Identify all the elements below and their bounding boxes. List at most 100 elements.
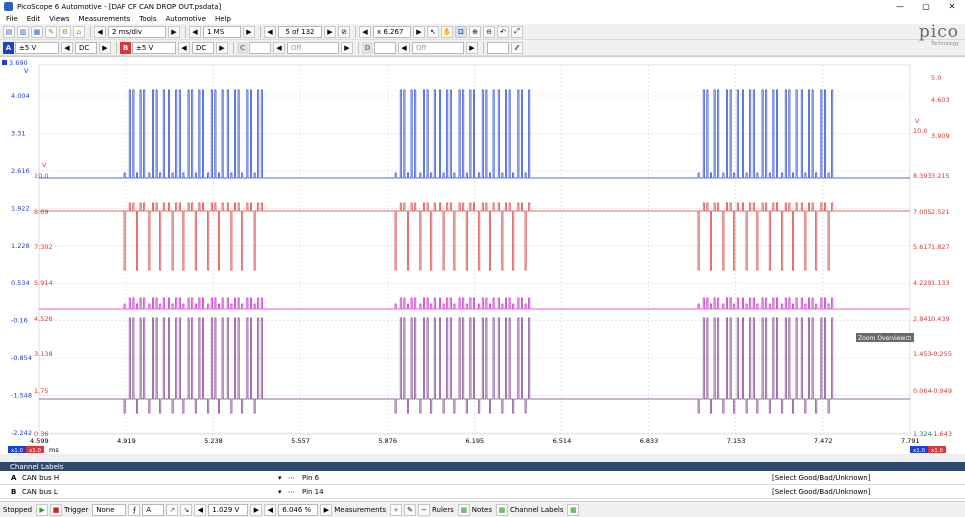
delete-measurement-icon[interactable]: −	[417, 503, 430, 516]
pretrigger-value[interactable]: 6.046 %	[278, 503, 319, 516]
left-unit-b: V	[42, 161, 47, 169]
spectrum-mode-icon[interactable]: ▦	[31, 25, 43, 38]
channel-c-range[interactable]	[249, 41, 271, 54]
menu-help[interactable]: Help	[215, 15, 231, 23]
channel-b-next-icon[interactable]: ▶	[216, 41, 228, 54]
trigger-mode-select[interactable]: None	[92, 503, 127, 516]
timebase-increase-button[interactable]: ▶	[168, 25, 180, 38]
edit-measurement-icon[interactable]: ✎	[403, 503, 416, 516]
falling-edge-icon[interactable]: ↘	[180, 503, 193, 516]
more-button[interactable]: ⋯	[288, 488, 295, 496]
channel-a-next-icon[interactable]: ▶	[99, 41, 111, 54]
zoom-out-icon[interactable]: ⊖	[483, 25, 495, 38]
settings-icon[interactable]: ⚙	[59, 25, 71, 38]
notes-label[interactable]: Notes	[472, 506, 492, 514]
channel-c-badge[interactable]: C	[237, 41, 248, 54]
trigger-level[interactable]: 1.029 V	[208, 503, 249, 516]
x-tick-label: 7.153	[727, 437, 746, 445]
close-button[interactable]: ✕	[939, 0, 965, 13]
scope-view[interactable]: 3.690 V V V 4.004 3.31 2.616 1.922 1.228 0.534 -0.…	[0, 56, 965, 454]
samples-decrease-button[interactable]: ◀	[189, 25, 201, 38]
menu-edit[interactable]: Edit	[27, 15, 41, 23]
channel-label-name[interactable]: CAN bus H	[22, 474, 59, 482]
level-decrease-button[interactable]: ◀	[194, 503, 207, 516]
rising-edge-icon[interactable]: ↗	[166, 503, 179, 516]
right-tick-label-b: 8.393	[913, 172, 932, 180]
home-icon[interactable]: ⌂	[73, 25, 85, 38]
channel-labels-label[interactable]: Channel Labels	[510, 506, 564, 514]
channel-b-coupling[interactable]: DC	[192, 41, 214, 54]
rulers-icon[interactable]: ▦	[457, 503, 470, 516]
zoom-in-icon[interactable]: ⊕	[469, 25, 481, 38]
scope-mode-icon[interactable]: ▤	[3, 25, 15, 38]
channel-d-next-icon[interactable]: ▶	[466, 41, 478, 54]
timebase-decrease-button[interactable]: ◀	[94, 25, 106, 38]
probe-icon[interactable]: ✎	[45, 25, 57, 38]
menu-file[interactable]: File	[6, 15, 18, 23]
notes-icon[interactable]: ▦	[495, 503, 508, 516]
persistence-mode-icon[interactable]: ▥	[17, 25, 29, 38]
zoom-decrease-button[interactable]: ◀	[359, 25, 371, 38]
channel-d-coupling[interactable]: Off	[412, 41, 464, 54]
pointer-tool-icon[interactable]: ↖	[427, 25, 439, 38]
menu-tools[interactable]: Tools	[139, 15, 156, 23]
channel-d-prev-icon[interactable]: ◀	[398, 41, 410, 54]
channel-c-coupling[interactable]: Off	[287, 41, 339, 54]
scope-plot[interactable]: 3.690VVV4.0043.312.6161.9221.2280.534-0.…	[0, 57, 965, 455]
rulers-label[interactable]: Rulers	[432, 506, 454, 514]
left-tick-label-a: 1.922	[11, 204, 30, 212]
trigger-advanced-icon[interactable]: ⨍	[128, 503, 141, 516]
channel-label-rating[interactable]: [Select Good/Bad/Unknown]	[772, 488, 870, 496]
left-tick-label-b: 4.526	[34, 315, 53, 323]
undo-zoom-icon[interactable]: ↶	[497, 25, 509, 38]
channel-a-badge[interactable]: A	[3, 41, 14, 54]
add-measurement-icon[interactable]: +	[389, 503, 402, 516]
stop-icon[interactable]: ■	[50, 503, 63, 516]
pretrigger-increase-button[interactable]: ▶	[320, 503, 333, 516]
zoom-fit-icon[interactable]: ⤢	[511, 25, 523, 38]
math-channel-icon[interactable]: ⁄⁄	[511, 41, 523, 54]
channel-b-range[interactable]: ±5 V	[132, 41, 176, 54]
chevron-down-icon[interactable]: ▾	[278, 474, 282, 482]
channel-c-next-icon[interactable]: ▶	[341, 41, 353, 54]
buffer-prev-button[interactable]: ◀	[264, 25, 276, 38]
channel-c-prev-icon[interactable]: ◀	[273, 41, 285, 54]
x-tick-label: 7.791	[901, 437, 920, 445]
cursor-readout: 3.690	[9, 59, 28, 67]
hand-tool-icon[interactable]: ✋	[441, 25, 453, 38]
trigger-channel-select[interactable]: A	[142, 503, 165, 516]
samples-select[interactable]: 1 MS	[203, 25, 241, 38]
run-icon[interactable]: ▶	[36, 503, 49, 516]
level-increase-button[interactable]: ▶	[250, 503, 263, 516]
math-channel-select[interactable]	[487, 41, 509, 54]
minimize-button[interactable]: —	[887, 0, 913, 13]
channel-label-pin[interactable]: Pin 14	[302, 488, 324, 496]
channel-label-name[interactable]: CAN bus L	[22, 488, 58, 496]
channel-label-pin[interactable]: Pin 6	[302, 474, 319, 482]
samples-increase-button[interactable]: ▶	[243, 25, 255, 38]
channel-label-rating[interactable]: [Select Good/Bad/Unknown]	[772, 474, 870, 482]
menu-measurements[interactable]: Measurements	[79, 15, 131, 23]
channel-b-badge[interactable]: B	[120, 41, 131, 54]
buffer-overview-icon[interactable]: ⊘	[338, 25, 350, 38]
channel-a-range[interactable]: ±5 V	[15, 41, 59, 54]
more-button[interactable]: ⋯	[288, 474, 295, 482]
channel-a-coupling[interactable]: DC	[75, 41, 97, 54]
chevron-down-icon[interactable]: ▾	[278, 488, 282, 496]
maximize-button[interactable]: ▢	[913, 0, 939, 13]
buffer-navigator[interactable]: 5 of 132	[278, 25, 322, 38]
menu-automotive[interactable]: Automotive	[166, 15, 207, 23]
timebase-select[interactable]: 2 ms/div	[108, 25, 166, 38]
pretrigger-decrease-button[interactable]: ◀	[264, 503, 277, 516]
channel-a-prev-icon[interactable]: ◀	[61, 41, 73, 54]
zoom-increase-button[interactable]: ▶	[413, 25, 425, 38]
channel-d-range[interactable]	[374, 41, 396, 54]
menu-views[interactable]: Views	[49, 15, 69, 23]
channel-labels-icon[interactable]: ▦	[567, 503, 580, 516]
measurements-label[interactable]: Measurements	[334, 506, 386, 514]
channel-b-prev-icon[interactable]: ◀	[178, 41, 190, 54]
zoom-factor[interactable]: x 6.267	[373, 25, 411, 38]
channel-d-badge[interactable]: D	[362, 41, 373, 54]
zoom-region-icon[interactable]: ⊡	[455, 25, 467, 38]
buffer-next-button[interactable]: ▶	[324, 25, 336, 38]
